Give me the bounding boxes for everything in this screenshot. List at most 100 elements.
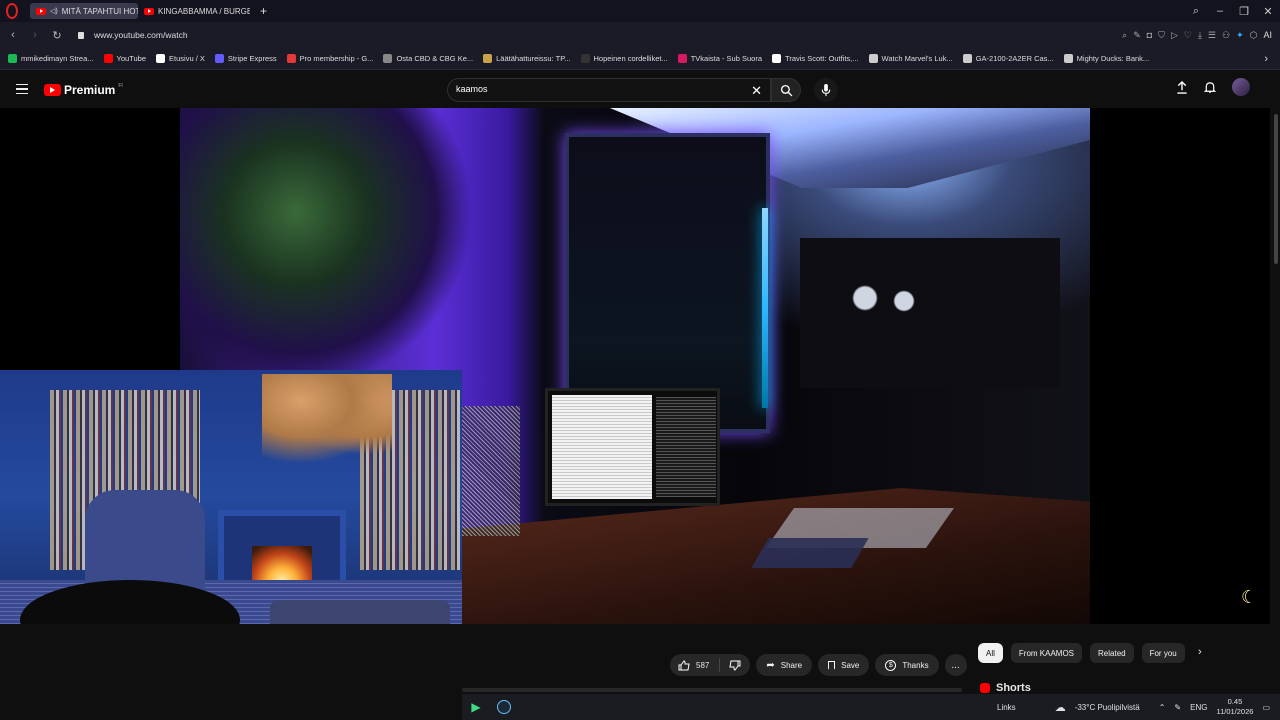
upload-icon[interactable] [1176,80,1188,94]
chip-related[interactable]: Related [1090,643,1134,663]
tray-chevron-up-icon[interactable]: ⌃ [1159,703,1166,712]
url-field[interactable]: www.youtube.com/watch [94,30,188,40]
bookmark-label: TVkaista - Sub Suora [690,54,763,63]
bookmark-item[interactable]: Stripe Express [214,54,277,63]
save-button[interactable]: Save [818,654,870,676]
dislike-button[interactable] [720,660,750,671]
bookmark-item[interactable]: Travis Scott: Outfits,... [772,54,859,63]
green-square-icon [8,54,17,63]
weather-text[interactable]: -33°C Puolipilvistä [1075,703,1140,712]
video-actions: 587 ➦ Share Save $ Thanks ... [670,654,967,676]
bookmark-item[interactable]: Mighty Ducks: Bank... [1063,54,1149,63]
maximize-button[interactable]: ❐ [1232,0,1256,22]
related-chips: All From KAAMOS Related For you [978,643,1185,663]
speaker-icon[interactable]: ◁) [50,7,58,15]
menu-lines-icon[interactable]: ☰ [1208,30,1216,41]
profile-icon[interactable]: ⚇ [1222,30,1230,41]
chip-all[interactable]: All [978,643,1003,663]
bookmark-item[interactable]: TVkaista - Sub Suora [677,54,763,63]
cube-icon[interactable]: ⬡ [1250,30,1258,41]
share-button[interactable]: ➦ Share [756,654,813,676]
scrollbar-thumb[interactable] [1274,114,1278,264]
youtube-masthead: Premium FI kaamos ✕ [0,70,1280,108]
share-label: Share [780,660,803,670]
chip-from-channel[interactable]: From KAAMOS [1010,643,1083,663]
heart-icon[interactable]: ♡ [1184,30,1192,41]
pen-icon[interactable]: ✎ [1174,703,1181,712]
extension-icon[interactable]: ✦ [1236,30,1244,41]
plant-image-region [180,108,470,370]
search-page-icon[interactable]: ⌕ [1122,30,1127,41]
language-indicator[interactable]: ENG [1190,703,1207,712]
forward-icon[interactable]: › [24,29,46,41]
weather-icon[interactable]: ☁ [1055,701,1066,714]
youtube-premium-logo[interactable]: Premium FI [44,83,123,97]
back-icon[interactable]: ‹ [2,29,24,41]
bookmark-item[interactable]: Etusivu / X [156,54,205,63]
bookmark-label: Läätähattureissu: TP... [496,54,571,63]
youtube-favicon-icon [36,7,46,15]
youtube-logo-icon [44,84,61,96]
x-logo-icon [156,54,166,63]
taskbar-steam-icon[interactable] [490,694,518,720]
tab-active[interactable]: ◁) MITÄ TAPAHTUI HOTE [30,3,138,19]
bookmark-item[interactable]: GA-2100-2A2ER Cas... [962,54,1054,63]
bookmark-item[interactable]: Pro membership - G... [286,54,373,63]
chip-for-you[interactable]: For you [1141,643,1185,663]
video-player[interactable]: ☾ [0,108,1270,624]
page-scrollbar[interactable] [1272,108,1280,720]
taskbar-app-play-icon[interactable]: ▶ [462,694,490,720]
bookmarks-overflow-icon[interactable]: › [1264,53,1268,65]
tab-search-icon[interactable]: ⌕ [1184,0,1208,22]
logo-country: FI [118,83,123,89]
bookmark-item[interactable]: Hopeinen cordelliket... [580,54,668,63]
stripe-icon [214,54,224,63]
microphone-icon [821,83,831,96]
ai-button[interactable]: AI [1263,30,1272,40]
horizontal-scroll-track[interactable] [462,688,962,692]
watch-icon [962,54,972,63]
notification-icon[interactable]: ▭ [1262,703,1270,712]
hamburger-menu-icon[interactable] [16,84,28,94]
like-button[interactable]: 587 [670,658,721,672]
nt-icon [580,54,590,63]
reload-icon[interactable]: ↻ [46,29,68,42]
bookmark-item[interactable]: Läätähattureissu: TP... [483,54,571,63]
clock[interactable]: 0.45 11/01/2026 [1216,697,1253,717]
hat-icon [483,54,493,63]
bookmarks-bar: mmikedimayn Strea... YouTube Etusivu / X St… [0,48,1280,70]
bookmark-item[interactable]: mmikedimayn Strea... [8,54,94,63]
more-actions-button[interactable]: ... [944,654,967,676]
bookmark-label: Watch Marvel's Luk... [881,54,953,63]
clear-search-icon[interactable]: ✕ [751,83,762,99]
edit-icon[interactable]: ✎ [1133,30,1141,41]
youtube-icon [103,54,113,63]
minimize-button[interactable]: – [1208,0,1232,22]
search-input[interactable]: kaamos [456,84,488,94]
links-toolbar[interactable]: Links [997,703,1016,712]
search-icon [780,84,792,96]
monitor-code [656,397,716,497]
close-window-button[interactable]: ✕ [1256,0,1280,22]
camera-icon[interactable]: ◘ [1147,30,1152,40]
tv-icon [677,54,687,63]
play-icon[interactable]: ▷ [1171,30,1178,41]
bookmark-item[interactable]: YouTube [103,54,146,63]
bookmark-item[interactable]: Osta CBD & CBG Ke... [383,54,473,63]
voice-search-button[interactable] [814,78,838,102]
download-icon[interactable]: ⤓ [1198,30,1202,41]
avatar[interactable] [1232,78,1250,96]
led-strip-region [762,208,768,408]
opera-menu-icon[interactable] [6,3,18,19]
bookmark-item[interactable]: Watch Marvel's Luk... [868,54,953,63]
search-button[interactable] [771,78,801,102]
shield-icon[interactable]: ⛉ [1158,30,1165,41]
bookmark-label: Osta CBD & CBG Ke... [396,54,474,63]
search-box[interactable]: kaamos ✕ [447,78,771,102]
bookmark-label: Stripe Express [227,54,277,63]
tab-second[interactable]: KINGABBAMMA / BURGE [138,3,250,19]
new-tab-button[interactable]: + [260,4,267,18]
thanks-button[interactable]: $ Thanks [875,654,939,676]
notifications-bell-icon[interactable] [1204,81,1216,94]
chevron-right-icon[interactable]: › [1198,646,1202,658]
